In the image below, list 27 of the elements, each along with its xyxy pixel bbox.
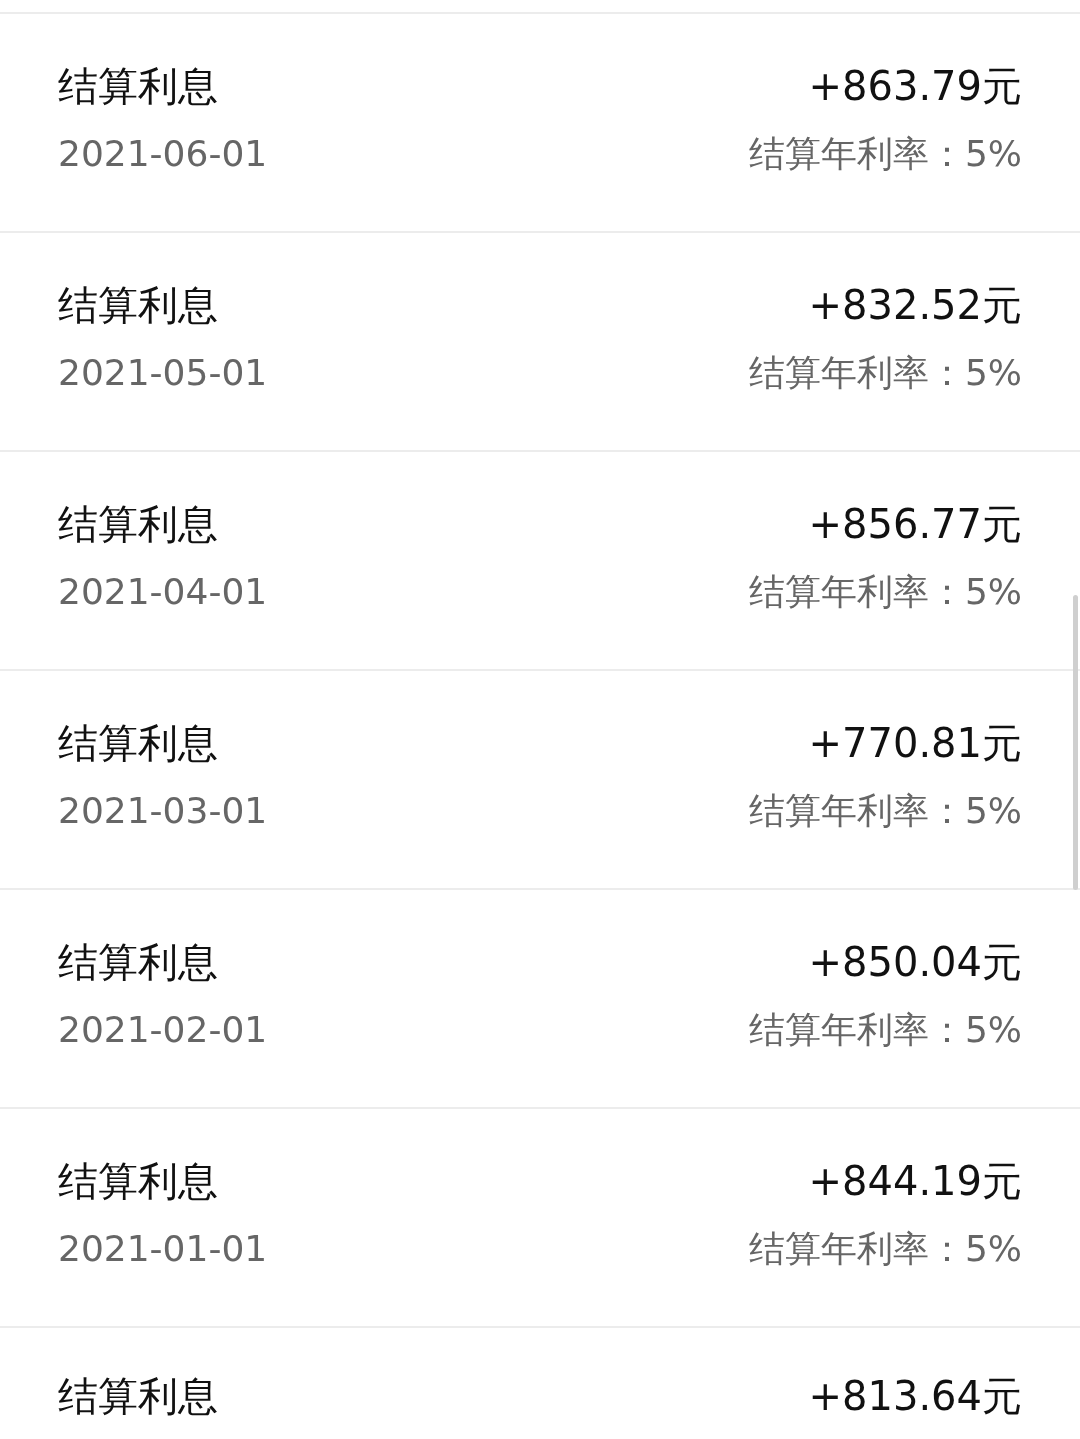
amount: +850.04元 [808, 938, 1022, 986]
amount: +832.52元 [808, 281, 1022, 329]
amount: +863.79元 [808, 62, 1022, 110]
record-title: 结算利息 [58, 281, 218, 329]
annual-rate: 结算年利率：5% [748, 1008, 1022, 1052]
record-date: 2021-04-01 [58, 570, 268, 614]
record-title: 结算利息 [58, 719, 218, 767]
record-date: 2021-06-01 [58, 132, 268, 176]
amount: +844.19元 [808, 1157, 1022, 1205]
record-title: 结算利息 [58, 938, 218, 986]
scrollbar[interactable] [1073, 595, 1078, 890]
annual-rate: 结算年利率：5% [748, 351, 1022, 395]
record-title: 结算利息 [58, 1157, 218, 1205]
amount: +856.77元 [808, 500, 1022, 548]
record-date: 2021-05-01 [58, 351, 268, 395]
annual-rate: 结算年利率：5% [748, 1227, 1022, 1271]
annual-rate: 结算年利率：5% [748, 789, 1022, 833]
amount: +813.64元 [808, 1372, 1022, 1420]
record-title: 结算利息 [58, 62, 218, 110]
record-date: 2021-01-01 [58, 1227, 268, 1271]
annual-rate: 结算年利率：5% [748, 132, 1022, 176]
record-date: 2021-03-01 [58, 789, 268, 833]
amount: +770.81元 [808, 719, 1022, 767]
record-date: 2021-02-01 [58, 1008, 268, 1052]
record-title: 结算利息 [58, 500, 218, 548]
record-title: 结算利息 [58, 1372, 218, 1420]
annual-rate: 结算年利率：5% [748, 570, 1022, 614]
